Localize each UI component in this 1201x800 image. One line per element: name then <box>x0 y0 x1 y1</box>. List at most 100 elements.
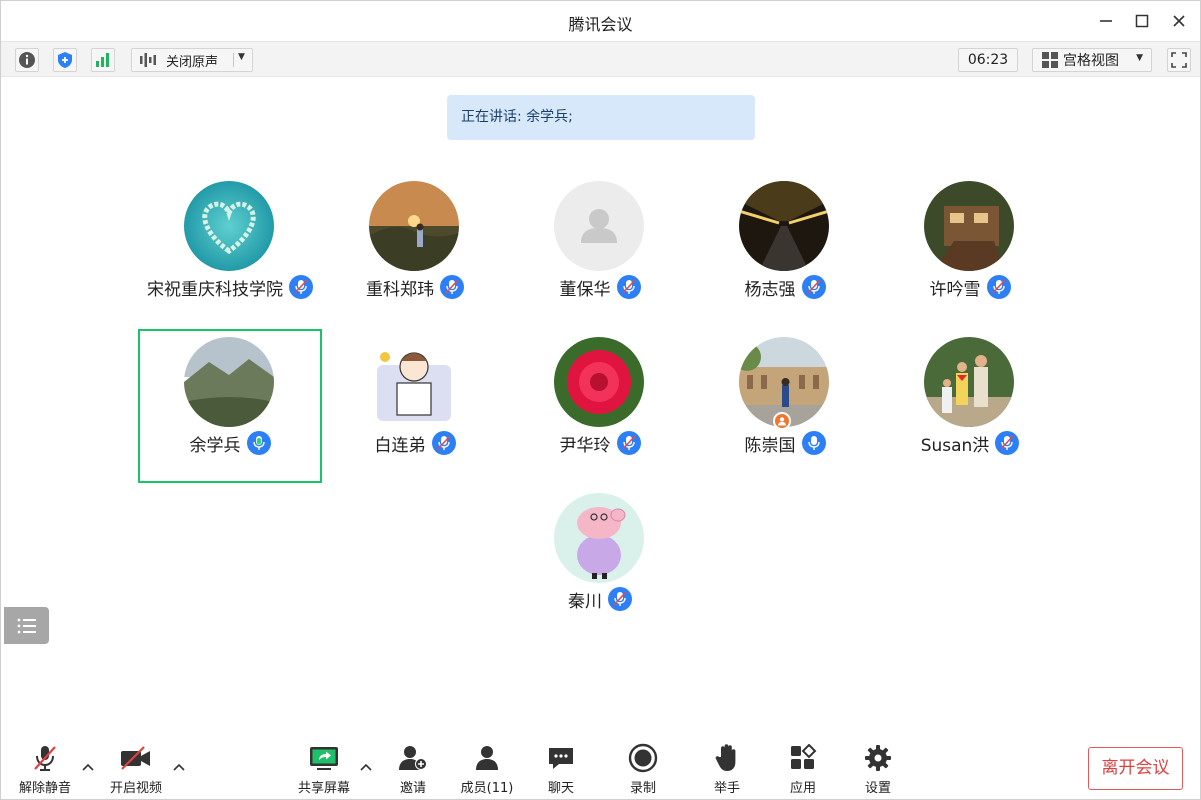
raise-hand-button[interactable]: 举手 <box>691 743 763 796</box>
view-mode-label: 宫格视图 <box>1063 53 1119 69</box>
mic-speaking-icon <box>246 431 271 455</box>
mic-on-icon <box>801 431 826 455</box>
mic-muted-icon <box>616 431 641 455</box>
members-button[interactable]: 成员(11) <box>451 743 523 796</box>
mic-muted-icon <box>995 431 1020 455</box>
participant-name: 白连弟 <box>374 435 426 456</box>
maximize-icon[interactable] <box>1130 9 1154 33</box>
chevron-up-icon[interactable] <box>80 759 96 775</box>
chevron-down-icon: ▼ <box>1136 53 1143 63</box>
chevron-up-icon[interactable] <box>171 759 187 775</box>
mic-muted-icon <box>616 275 641 299</box>
avatar <box>924 181 1014 271</box>
participant-tile[interactable]: 白连弟 <box>323 327 507 481</box>
minimize-icon[interactable] <box>1094 9 1118 33</box>
mic-muted-icon <box>431 431 456 455</box>
avatar <box>739 181 829 271</box>
members-label: 成员(11) <box>460 781 514 796</box>
security-shield-icon[interactable] <box>53 48 77 72</box>
participant-name: 陈崇国 <box>744 435 796 456</box>
invite-button[interactable]: 邀请 <box>377 743 449 796</box>
participant-name: 董保华 <box>559 279 611 300</box>
unmute-button[interactable]: 解除静音 <box>9 743 81 796</box>
share-screen-button[interactable]: 共享屏幕 <box>288 743 360 796</box>
host-badge-icon <box>773 412 791 430</box>
record-icon <box>607 743 679 773</box>
window-title: 腾讯会议 <box>568 15 633 34</box>
chat-icon <box>525 743 597 773</box>
participant-name: 许吟雪 <box>929 279 981 300</box>
video-off-icon <box>100 743 172 773</box>
avatar <box>554 493 644 583</box>
grid-view-icon <box>1042 52 1058 68</box>
meeting-timer: 06:23 <box>958 48 1018 72</box>
chevron-up-icon[interactable] <box>358 759 374 775</box>
leave-meeting-button[interactable]: 离开会议 <box>1088 747 1183 790</box>
chat-label: 聊天 <box>547 781 574 796</box>
fullscreen-icon[interactable] <box>1167 48 1191 72</box>
hand-icon <box>691 743 763 773</box>
info-icon[interactable] <box>15 48 39 72</box>
share-screen-label: 共享屏幕 <box>297 781 350 796</box>
participant-name: 余学兵 <box>189 435 241 456</box>
apps-icon <box>767 743 839 773</box>
chat-button[interactable]: 聊天 <box>525 743 597 796</box>
unmute-label: 解除静音 <box>18 781 71 796</box>
active-speaker-banner: 正在讲话: 余学兵; <box>447 95 755 140</box>
participant-tile[interactable]: 董保华 <box>508 171 692 325</box>
participant-tile[interactable]: Susan洪 <box>878 327 1062 481</box>
title-bar: 腾讯会议 <box>1 1 1200 41</box>
list-icon <box>17 618 36 633</box>
participant-tile[interactable]: 重科郑玮 <box>323 171 507 325</box>
meeting-toolbar: 关闭原声 ▼ 06:23 宫格视图 ▼ <box>1 41 1200 77</box>
members-icon <box>451 743 523 773</box>
start-video-button[interactable]: 开启视频 <box>100 743 172 796</box>
mic-muted-icon <box>9 743 81 773</box>
add-user-icon <box>377 743 449 773</box>
record-label: 录制 <box>629 781 656 796</box>
original-sound-toggle[interactable]: 关闭原声 ▼ <box>131 48 253 72</box>
gear-icon <box>842 743 914 773</box>
record-button[interactable]: 录制 <box>607 743 679 796</box>
apps-button[interactable]: 应用 <box>767 743 839 796</box>
mic-muted-icon <box>289 275 313 299</box>
participant-name: Susan洪 <box>920 435 990 456</box>
raise-hand-label: 举手 <box>713 781 740 796</box>
participant-name: 宋祝重庆科技学院 <box>147 279 283 300</box>
network-signal-icon[interactable] <box>91 48 115 72</box>
original-sound-label: 关闭原声 <box>166 54 219 70</box>
participant-name: 秦川 <box>568 591 602 612</box>
settings-button[interactable]: 设置 <box>842 743 914 796</box>
start-video-label: 开启视频 <box>109 781 162 796</box>
invite-label: 邀请 <box>399 781 426 796</box>
mic-muted-icon <box>986 275 1011 299</box>
chevron-down-icon[interactable]: ▼ <box>238 52 245 62</box>
participant-tile[interactable]: 杨志强 <box>693 171 877 325</box>
participant-tile[interactable]: 尹华玲 <box>508 327 692 481</box>
participant-name: 尹华玲 <box>559 435 611 456</box>
member-list-toggle[interactable] <box>4 607 49 644</box>
avatar <box>184 181 274 271</box>
participant-tile[interactable]: 许吟雪 <box>878 171 1062 325</box>
default-avatar-icon <box>554 181 644 271</box>
mic-muted-icon <box>440 275 464 299</box>
close-icon[interactable] <box>1167 9 1191 33</box>
mic-muted-icon <box>608 587 632 611</box>
participant-name: 杨志强 <box>744 279 796 300</box>
participant-tile[interactable]: 秦川 <box>508 483 692 637</box>
avatar <box>369 181 459 271</box>
avatar <box>924 337 1014 427</box>
participant-tile-active-speaker[interactable]: 余学兵 <box>138 329 322 483</box>
participant-tile[interactable]: 陈崇国 <box>693 327 877 481</box>
avatar <box>554 337 644 427</box>
apps-label: 应用 <box>789 781 816 796</box>
avatar <box>184 337 274 427</box>
participant-name: 重科郑玮 <box>366 279 434 300</box>
settings-label: 设置 <box>864 781 891 796</box>
share-screen-icon <box>288 743 360 773</box>
avatar <box>369 337 459 427</box>
bottom-toolbar: 解除静音 开启视频 共享屏幕 邀请 成员(11) 聊天 录制 举手 应用 设置 … <box>1 737 1200 799</box>
view-mode-dropdown[interactable]: 宫格视图 ▼ <box>1032 48 1152 72</box>
mic-muted-icon <box>801 275 826 299</box>
participant-tile[interactable]: 宋祝重庆科技学院 <box>138 171 322 325</box>
